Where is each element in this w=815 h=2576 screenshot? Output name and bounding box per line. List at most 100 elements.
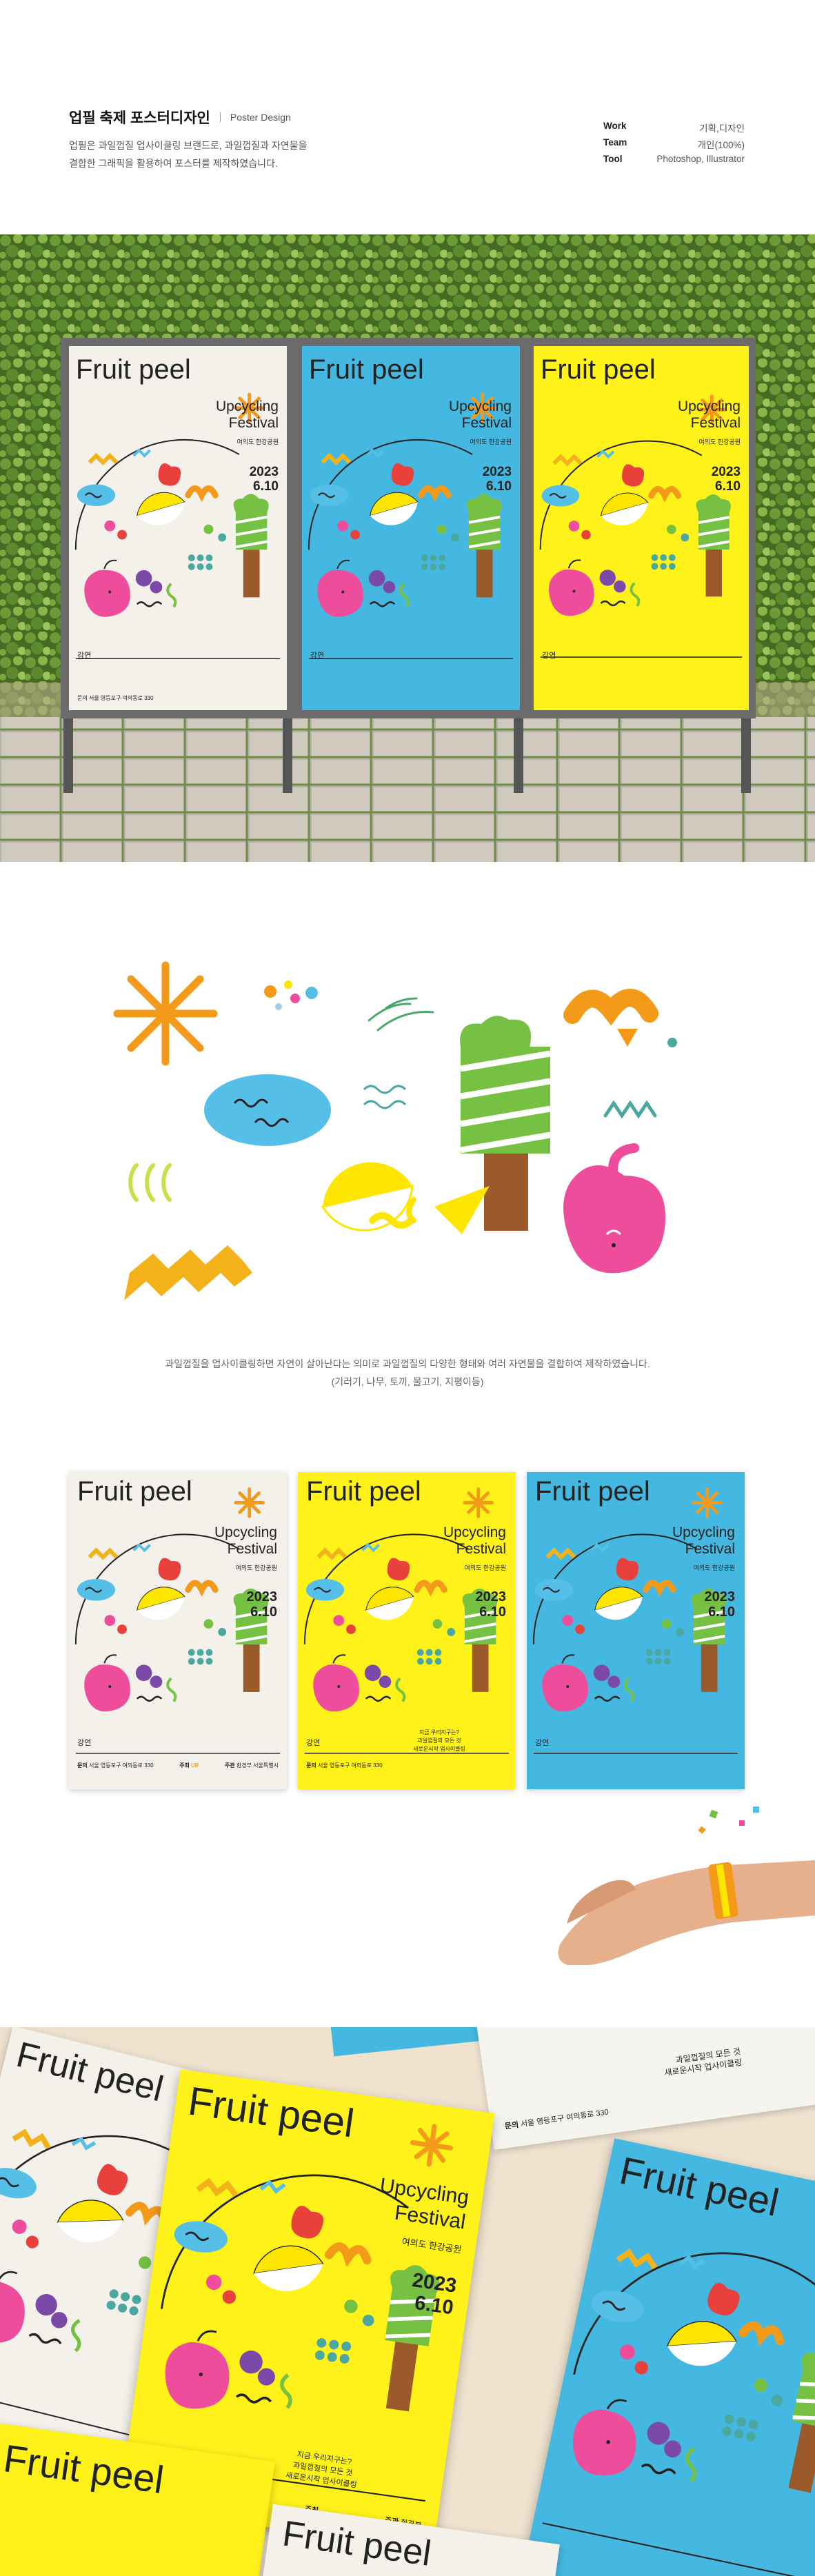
poster-questions: 과일껍질의 모든 것 새로운시작 업사이클링 [662,2046,743,2079]
poster-host: 문의 서울 영등포구 여의동로 330 [77,694,154,702]
dot-icon [264,985,276,998]
poster-venue: 여의도 한강공원 [237,439,279,445]
poster-subtitle: Upcycling [672,1525,735,1540]
poster-artwork [69,1472,287,1789]
title-row: 업필 축제 포스터디자인 Poster Design [69,107,291,128]
poster-date: 6.10 [708,1604,735,1620]
poster-title: Fruit peel [77,1476,192,1507]
zigzag-icon [124,1245,252,1300]
apple-rabbit-icon [563,1143,665,1274]
poster-lecture: 강연 [77,652,92,660]
sponsor-2: 서울특별시 [253,1762,279,1769]
water-ellipse-icon [204,1074,331,1146]
poster-artwork [527,1472,745,1789]
poster-date: 6.10 [715,479,741,494]
poster-subtitle: Festival [690,415,741,431]
project-description: 업필은 과일껍질 업사이클링 브랜드로, 과일껍질과 자연물을 결합한 그래픽을… [69,137,307,172]
project-title: 업필 축제 포스터디자인 [69,110,210,126]
poster-subtitle: Festival [228,415,279,431]
meta-key: Team [603,137,627,148]
host-label: 문의 [306,1762,316,1769]
poster-variants: Fruit peel Upcycling Festival 여의도 한강공원 2… [0,1462,815,2027]
poster-date: 6.10 [486,479,512,494]
host-address: 서울 영등포구 여의동로 330 [88,1762,154,1769]
wave-icon [363,1085,407,1109]
poster-year: 2023 [704,1589,736,1604]
poster-year: 2023 [249,465,279,479]
poster-year: 2023 [246,1589,278,1604]
poster-venue: 여의도 한강공원 [693,1564,735,1571]
host-address: 서울 영등포구 여의동로 330 [317,1762,383,1769]
poster-lecture: 강연 [306,1739,321,1747]
fish-icon [321,1162,490,1234]
project-header: 업필 축제 포스터디자인 Poster Design 업필은 과일껍질 업사이클… [0,0,815,234]
elements-caption-line-2: (기러기, 나무, 토끼, 물고기, 지평이등) [331,1376,484,1387]
crescent-icon [128,1163,172,1202]
poster-date: 6.10 [253,479,279,494]
poster-lecture: 강연 [310,652,325,660]
question-3: 새로운시작 업사이클링 [413,1746,465,1752]
dot-icon [305,987,318,999]
host-address: 서울 영등포구 여의동로 330 [520,2108,610,2129]
bird-flock-icon [368,997,434,1032]
billboard-poster-white: Fruit peel Upcycling Festival 여의도 한강공원 2… [69,346,287,710]
billboard-poster-yellow: Fruit peel Upcycling Festival 여의도 한강공원 2… [534,346,749,710]
meta-key: Tool [603,154,623,164]
poster-date: 6.10 [479,1604,506,1620]
meta-value: 개인(100%) [697,140,745,150]
meta-key: Work [603,121,627,131]
organizer-label: 주최 [179,1762,190,1769]
host-label: 문의 [77,1762,88,1769]
billboard-poster-blue: Fruit peel Upcycling Festival 여의도 한강공원 2… [302,346,520,710]
meta-row-work: Work 기획,디자인 [603,121,745,137]
poster-subtitle: Upcycling [214,1525,277,1540]
poster-yellow: Fruit peel Upcycling Festival 여의도 한강공원 2… [298,1472,516,1789]
poster-subtitle: Upcycling [443,1525,506,1540]
poster-questions: 지금 우리지구는? 과일껍질의 모든 것 새로운시작 업사이클링 [401,1729,477,1753]
element-showcase [113,961,677,1300]
poster-blue: Fruit peel Upcycling Festival 여의도 한강공원 2… [527,1472,745,1789]
dot-icon [275,1003,282,1010]
flatlay-mockup: 과일껍질의 모든 것 새로운시작 업사이클링 문의 서울 영등포구 여의동로 3… [0,2027,815,2576]
poster-subtitle: Festival [456,1541,506,1557]
meta-row-tool: Tool Photoshop, Illustrator [603,154,745,170]
poster-lecture: 강연 [542,652,556,660]
question-1: 지금 우리지구는? [419,1729,460,1735]
project-category: Poster Design [230,112,291,123]
bird-icon [563,989,677,1047]
title-divider [219,112,221,122]
poster-venue: 여의도 한강공원 [470,439,512,445]
poster-venue: 여의도 한강공원 [235,1564,277,1571]
poster-venue: 여의도 한강공원 [464,1564,506,1571]
flatlay-blue-strip [328,2027,499,2057]
poster-title: Fruit peel [535,1476,650,1507]
question-2: 과일껍질의 모든 것 [417,1738,461,1744]
poster-footer: 문의 서울 영등포구 여의동로 330 [504,2106,610,2131]
poster-title: Fruit peel [76,354,191,385]
sponsor-label: 주관 [224,1762,235,1769]
poster-date: 6.10 [250,1604,277,1620]
sponsor-1: 환경부 [236,1762,252,1769]
flatlay-poster-blue: Fruit peel [523,2138,815,2576]
poster-subtitle: Upcycling [677,399,741,414]
host-label: 문의 [77,695,88,701]
host-address: 서울 영등포구 여의동로 330 [88,695,154,701]
poster-lecture: 강연 [77,1739,92,1747]
poster-year: 2023 [711,465,741,479]
host-label: 문의 [504,2120,520,2131]
poster-title: Fruit peel [309,354,424,385]
poster-title: Fruit peel [306,1476,421,1507]
graphic-elements: 과일껍질을 업사이클링하면 자연이 살아난다는 의미로 과일껍질의 다양한 형태… [0,862,815,1462]
poster-year: 2023 [482,465,512,479]
poster-subtitle: Upcycling [448,399,512,414]
poster-year: 2023 [475,1589,507,1604]
dot-icon [290,994,300,1003]
poster-title: Fruit peel [1,2436,167,2502]
organizer-logo: UP [191,1762,199,1769]
poster-venue: 여의도 한강공원 [698,439,741,445]
elements-caption-line-1: 과일껍질을 업사이클링하면 자연이 살아난다는 의미로 과일껍질의 다양한 형태… [165,1358,650,1369]
star-burst-icon [113,961,218,1066]
wristband-mockup [558,1807,815,1965]
description-line-1: 업필은 과일껍질 업사이클링 브랜드로, 과일껍질과 자연물을 [69,140,308,151]
billboard-mockup: Fruit peel Upcycling Festival 여의도 한강공원 2… [0,234,815,862]
